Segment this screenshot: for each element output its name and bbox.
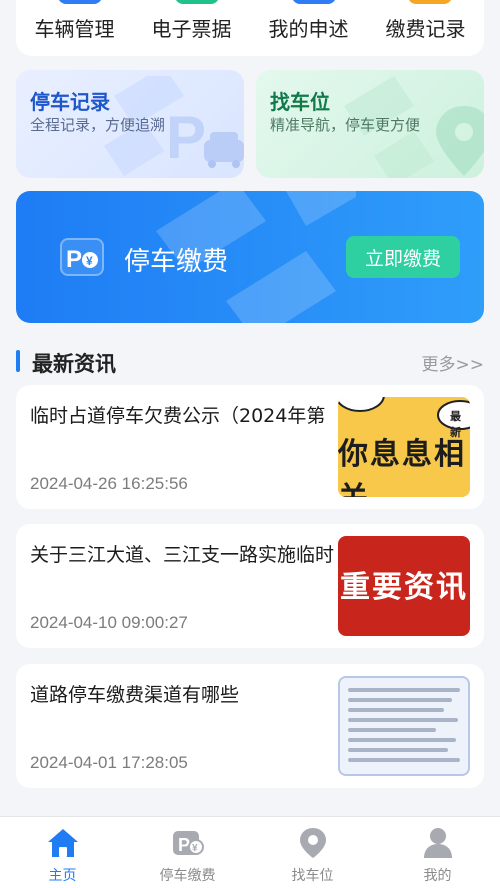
parking-pay-banner[interactable]: P ¥ 停车缴费 立即缴费 [16,191,484,323]
appeal-icon [292,0,336,4]
section-accent-bar [16,350,20,372]
news-item[interactable]: 临时占道停车欠费公示（2024年第 2024-04-26 16:25:56 最新… [16,385,484,509]
svg-text:P: P [178,835,190,855]
tab-label: 我的 [423,868,452,884]
tab-mine[interactable]: 我的 [375,817,500,888]
e-invoice-icon [175,0,219,4]
vehicle-management-button[interactable]: 车辆管理 [16,0,133,56]
e-invoice-button[interactable]: 电子票据 [133,0,250,56]
news-thumbnail [338,676,470,776]
news-section-header: 最新资讯 更多>> [16,346,484,376]
news-item[interactable]: 道路停车缴费渠道有哪些 2024-04-01 17:28:05 [16,664,484,788]
quick-item-label: 缴费记录 [385,16,466,41]
tab-parking-pay[interactable]: P ¥ 停车缴费 [125,817,250,888]
tab-find-parking[interactable]: 找车位 [250,817,375,888]
home-icon [45,825,81,861]
find-parking-title: 找车位 [270,90,330,114]
svg-text:¥: ¥ [86,254,93,268]
parking-record-card[interactable]: P 停车记录 全程记录，方便追溯 [16,70,244,178]
payment-records-icon [408,0,452,4]
news-item-title: 临时占道停车欠费公示（2024年第 [30,405,326,427]
tab-label: 主页 [48,868,77,884]
parking-record-title: 停车记录 [30,90,110,114]
find-parking-card[interactable]: 找车位 精准导航，停车更方便 [256,70,484,178]
payment-records-button[interactable]: 缴费记录 [367,0,484,56]
svg-text:¥: ¥ [192,843,198,854]
parking-pay-icon: P ¥ [170,825,206,861]
tab-label: 找车位 [291,868,334,884]
svg-text:P: P [166,104,206,171]
quick-item-label: 车辆管理 [34,16,115,41]
news-item-date: 2024-04-26 16:25:56 [30,474,188,493]
news-item-date: 2024-04-10 09:00:27 [30,613,188,632]
quick-item-label: 我的申述 [268,16,349,41]
news-item[interactable]: 关于三江大道、三江支一路实施临时 2024-04-10 09:00:27 重要资… [16,524,484,648]
tab-home[interactable]: 主页 [0,817,125,888]
news-section-title: 最新资讯 [32,352,116,376]
find-parking-subtitle: 精准导航，停车更方便 [270,116,421,134]
news-item-title: 道路停车缴费渠道有哪些 [30,684,240,706]
vehicle-management-icon [58,0,102,4]
quick-menu: 车辆管理 电子票据 我的申述 缴费记录 [16,0,484,56]
user-icon [420,825,456,861]
svg-text:P: P [66,246,82,273]
news-thumbnail: 重要资讯 [338,536,470,636]
news-thumb-caption: 你息息相关 [338,437,466,497]
parking-pay-title: 停车缴费 [124,247,229,277]
news-item-date: 2024-04-01 17:28:05 [30,753,188,772]
news-thumbnail: 最新 你息息相关 [338,397,470,497]
news-thumb-caption: 重要资讯 [340,570,468,605]
news-more-link[interactable]: 更多>> [422,350,485,375]
parking-pay-icon: P ¥ [60,238,104,276]
bottom-tab-bar: 主页 P ¥ 停车缴费 找车位 我的 [0,816,500,888]
parking-record-subtitle: 全程记录，方便追溯 [30,116,166,134]
my-appeal-button[interactable]: 我的申述 [250,0,367,56]
quick-item-label: 电子票据 [151,16,232,41]
pay-now-button[interactable]: 立即缴费 [346,236,460,278]
tab-label: 停车缴费 [159,868,216,884]
news-item-title: 关于三江大道、三江支一路实施临时 [30,544,335,566]
location-pin-icon [295,825,331,861]
